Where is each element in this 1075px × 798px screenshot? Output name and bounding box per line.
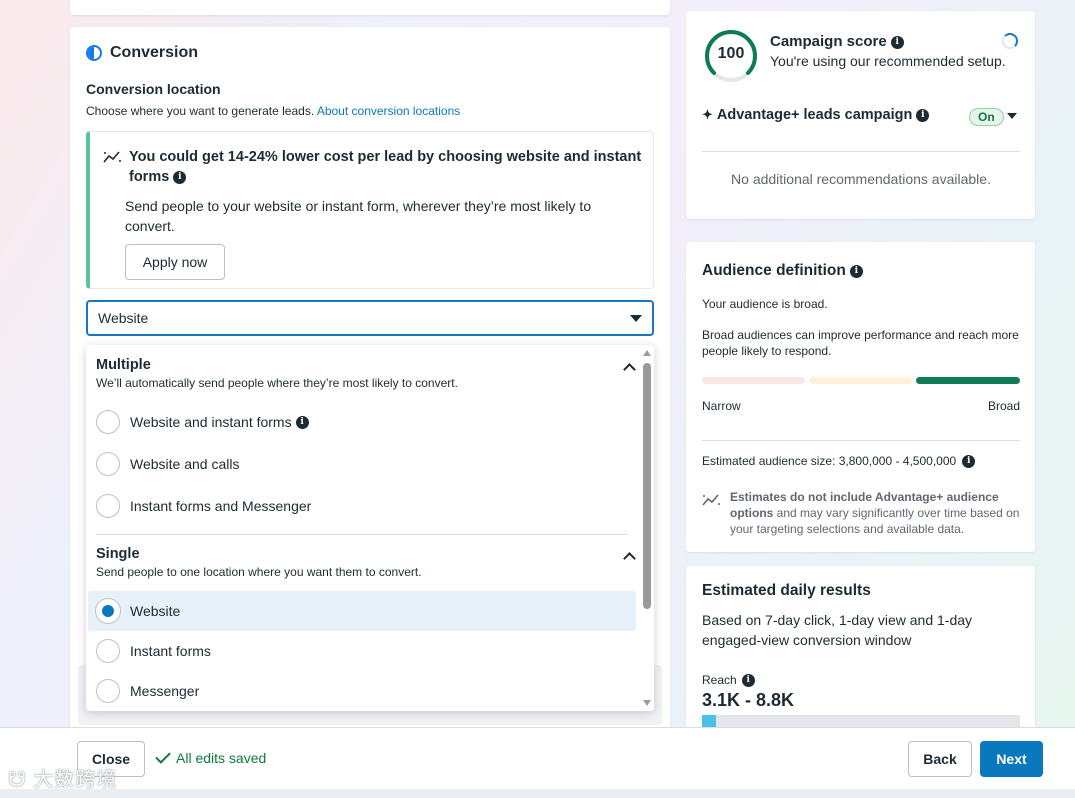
group-single-header[interactable]: Single Send people to one location where…	[96, 546, 636, 579]
apply-now-button[interactable]: Apply now	[125, 244, 225, 280]
about-conversion-locations-link[interactable]: About conversion locations	[317, 104, 460, 118]
audience-broad-desc: Broad audiences can improve performance …	[702, 328, 1019, 358]
group-multiple-title: Multiple	[96, 357, 151, 373]
radio-button[interactable]	[96, 639, 120, 663]
no-recommendations-text: No additional recommendations available.	[731, 171, 991, 187]
next-button[interactable]: Next	[980, 741, 1043, 777]
info-icon[interactable]: i	[173, 170, 187, 184]
half-circle-icon	[86, 45, 102, 61]
conversion-location-title: Conversion location	[86, 81, 221, 97]
option-messenger[interactable]: Messenger	[88, 671, 636, 711]
radio-button[interactable]	[96, 410, 120, 434]
loading-spinner-icon	[1002, 33, 1018, 49]
option-instant-forms-and-messenger[interactable]: Instant forms and Messenger	[88, 486, 636, 526]
group-multiple-desc: We’ll automatically send people where th…	[96, 376, 458, 390]
divider	[702, 151, 1020, 152]
score-value: 100	[717, 45, 745, 62]
daily-results-desc: Based on 7-day click, 1-day view and 1-d…	[702, 612, 973, 648]
audience-meter-broad	[916, 377, 1020, 384]
audience-meter-narrow	[702, 377, 805, 384]
info-icon[interactable]: i	[962, 454, 976, 468]
daily-results-title: Estimated daily results	[702, 582, 871, 599]
conversion-section-title: Conversion	[86, 44, 198, 62]
dropdown-scrollbar[interactable]	[640, 345, 654, 711]
trend-sparkle-icon	[702, 494, 720, 506]
scroll-up-arrow-icon[interactable]	[643, 350, 651, 356]
group-multiple-header[interactable]: Multiple We’ll automatically send people…	[96, 357, 636, 390]
campaign-score-title: Campaign score i	[770, 33, 904, 50]
radio-button[interactable]	[96, 679, 120, 703]
divider	[702, 440, 1020, 441]
estimated-audience-size: Estimated audience size: 3,800,000 - 4,5…	[702, 453, 976, 469]
scroll-thumb[interactable]	[643, 363, 651, 609]
back-button[interactable]: Back	[908, 741, 972, 777]
select-value: Website	[98, 310, 149, 326]
bottom-strip	[0, 789, 1075, 798]
previous-section-card	[70, 0, 670, 15]
audience-meter-middle	[809, 377, 912, 384]
option-website[interactable]: Website	[88, 591, 636, 631]
campaign-score-card: 100 Campaign score i You're using our rec…	[686, 11, 1035, 219]
recommendation-promo: You could get 14-24% lower cost per lead…	[86, 131, 654, 289]
audience-broad-text: Your audience is broad.	[702, 297, 828, 311]
sparkle-icon: ✦	[702, 107, 713, 122]
reach-value: 3.1K - 8.8K	[702, 690, 795, 710]
radio-button[interactable]	[96, 452, 120, 476]
broad-label: Broad	[987, 399, 1020, 413]
footer-bar: Close All edits saved Back Next	[0, 727, 1075, 789]
info-icon[interactable]: i	[849, 264, 863, 278]
reach-label: Reach i	[702, 673, 755, 687]
info-icon[interactable]: i	[890, 35, 904, 49]
advantage-status-badge[interactable]: On	[969, 108, 1004, 126]
group-divider	[96, 534, 628, 535]
audience-definition-card: Audience definition i Your audience is br…	[686, 242, 1035, 552]
audience-definition-title: Audience definition i	[702, 262, 863, 280]
trend-sparkle-icon	[103, 151, 121, 163]
check-icon	[155, 748, 171, 764]
option-instant-forms[interactable]: Instant forms	[88, 631, 636, 671]
group-single-title: Single	[96, 546, 140, 562]
option-website-and-calls[interactable]: Website and calls	[88, 444, 636, 484]
campaign-score-subtitle: You're using our recommended setup.	[770, 53, 1006, 69]
conversion-location-select[interactable]: Website	[86, 300, 654, 336]
narrow-label: Narrow	[702, 399, 741, 413]
estimate-disclaimer: Estimates do not include Advantage+ audi…	[730, 490, 1020, 536]
info-icon[interactable]: i	[741, 673, 755, 687]
info-icon[interactable]: i	[916, 108, 930, 122]
watermark-logo: ☋ 大数跨境	[8, 769, 118, 791]
radio-button-selected[interactable]	[96, 599, 120, 623]
promo-body: Send people to your website or instant f…	[125, 198, 592, 234]
radio-button[interactable]	[96, 494, 120, 518]
conversion-location-desc: Choose where you want to generate leads.…	[86, 104, 461, 118]
scroll-down-arrow-icon[interactable]	[643, 700, 651, 706]
group-single-desc: Send people to one location where you wa…	[96, 565, 422, 579]
info-icon[interactable]: i	[295, 415, 309, 429]
option-website-and-instant-forms[interactable]: Website and instant forms i	[88, 402, 636, 442]
save-status: All edits saved	[155, 748, 266, 766]
promo-title: You could get 14-24% lower cost per lead…	[129, 149, 642, 185]
caret-down-icon	[630, 314, 642, 322]
conversion-location-dropdown: Multiple We’ll automatically send people…	[86, 345, 654, 711]
caret-down-icon[interactable]	[1007, 113, 1017, 119]
